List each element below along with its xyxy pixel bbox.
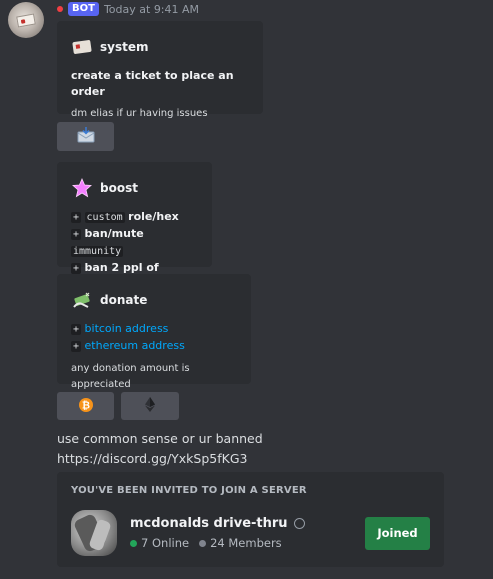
server-name[interactable]: mcdonalds drive-thru	[130, 516, 288, 531]
system-line1: create a ticket to place an order	[71, 69, 234, 98]
online-dot	[130, 539, 137, 547]
server-invite: YOU'VE BEEN INVITED TO JOIN A SERVER mcd…	[57, 472, 444, 567]
system-icon	[71, 36, 93, 58]
system-line2: dm elias if ur having issues	[71, 108, 208, 119]
invite-link[interactable]: https://discord.gg/YxkSp5fKG3	[57, 451, 248, 466]
message-header: BOT Today at 9:41 AM	[57, 1, 199, 17]
system-title: system	[100, 40, 149, 54]
bitcoin-link[interactable]: bitcoin address	[85, 322, 169, 335]
bot-tag: BOT	[68, 2, 99, 16]
timestamp: Today at 9:41 AM	[103, 2, 200, 16]
envelope-icon	[77, 126, 95, 147]
boost-embed: boost + custom role/hex + ban/mute immun…	[57, 162, 212, 291]
server-icon[interactable]	[71, 510, 117, 556]
ethereum-icon	[145, 396, 155, 416]
system-embed: system create a ticket to place an order…	[57, 21, 263, 119]
donate-embed: donate + bitcoin address + ethereum addr…	[57, 274, 251, 390]
boost-item: + custom role/hex	[71, 210, 179, 223]
svg-text:₿: ₿	[81, 399, 89, 411]
bot-avatar[interactable]	[8, 2, 44, 38]
donate-link-row: + ethereum address	[71, 339, 185, 352]
star-icon	[71, 177, 93, 199]
bitcoin-icon: ₿	[78, 397, 93, 416]
rules-text: use common sense or ur banned	[57, 431, 263, 446]
ethereum-button[interactable]	[121, 392, 179, 420]
boost-badge-icon	[293, 518, 305, 529]
ethereum-link[interactable]: ethereum address	[85, 339, 185, 352]
donate-title: donate	[100, 293, 148, 307]
money-icon	[71, 289, 93, 311]
bitcoin-button[interactable]: ₿	[57, 392, 114, 420]
donate-footer: any donation amount is appreciated	[71, 363, 190, 390]
boost-item: + ban/mute immunity	[71, 227, 144, 257]
online-count: 7 Online	[141, 536, 190, 550]
members-dot	[199, 539, 207, 547]
ticket-button[interactable]	[57, 122, 114, 151]
member-count: 24 Members	[210, 536, 282, 550]
donate-link-row: + bitcoin address	[71, 322, 169, 335]
boost-title: boost	[100, 181, 138, 195]
status-dot	[57, 6, 63, 12]
invite-heading: YOU'VE BEEN INVITED TO JOIN A SERVER	[71, 485, 307, 496]
joined-button[interactable]: Joined	[365, 516, 430, 550]
